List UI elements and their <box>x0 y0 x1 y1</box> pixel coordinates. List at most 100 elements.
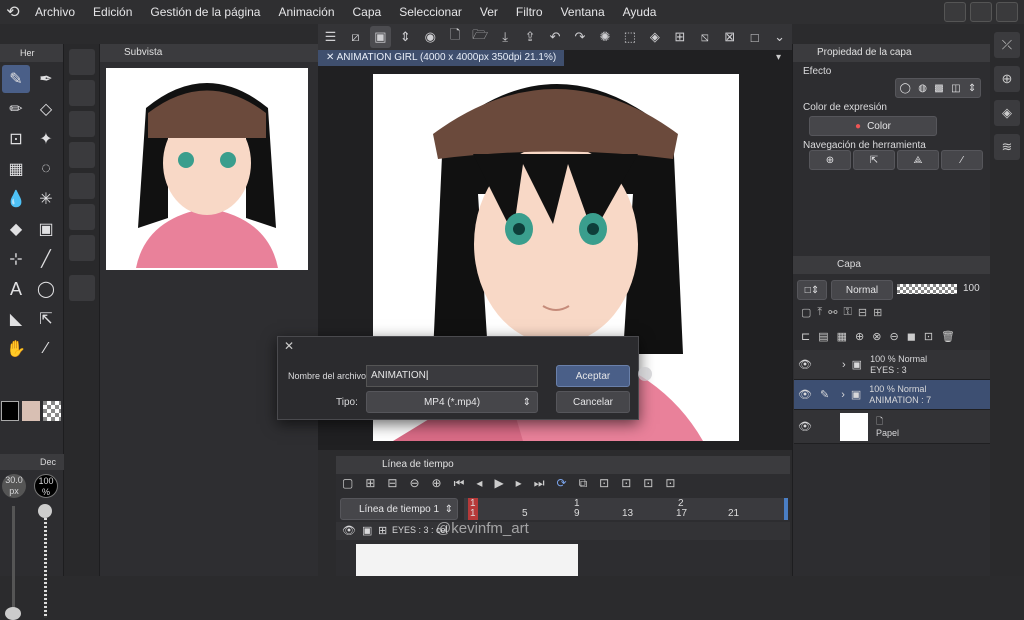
app-logo-icon[interactable]: ⟲ <box>0 0 26 24</box>
grid-icon[interactable]: ▦ <box>2 155 30 183</box>
sub-tool-button[interactable] <box>69 235 95 261</box>
cursor-icon[interactable]: ⇱ <box>32 305 60 333</box>
eye-icon[interactable]: 👁 <box>342 524 356 537</box>
timeline-edit-icon[interactable]: ⊟ <box>387 476 397 491</box>
cel-3-icon[interactable]: ⊡ <box>643 476 653 491</box>
fill-selection-icon[interactable]: ◈ <box>644 26 665 48</box>
redo-icon[interactable]: ↷ <box>570 26 591 48</box>
layer-tool-icon[interactable]: ⊞ <box>873 306 882 319</box>
pencil-icon[interactable]: ✏ <box>2 95 30 123</box>
layer-row-eyes[interactable]: 👁 › ▣ 100 % Normal EYES : 3 <box>794 350 990 380</box>
layers-icon[interactable]: ≋ <box>994 134 1020 160</box>
expression-color-select[interactable]: ● Color <box>809 116 937 136</box>
menu-archivo[interactable]: Archivo <box>26 0 84 24</box>
menu-filtro[interactable]: Filtro <box>507 0 552 24</box>
layer-row-paper[interactable]: 👁 🗋 Papel <box>794 410 990 444</box>
drops-icon[interactable]: 💧 <box>2 185 30 213</box>
layer-row-animation[interactable]: 👁 ✎ › ▣ 100 % Normal ANIMATION : 7 <box>794 380 990 410</box>
sub-tool-button[interactable] <box>69 204 95 230</box>
zoom-in-icon[interactable]: ⊕ <box>432 476 442 491</box>
close-tab-icon[interactable]: ✕ <box>326 52 337 63</box>
first-frame-icon[interactable]: ⏮ <box>454 476 465 491</box>
layer-effect-icon[interactable]: ◫ <box>951 83 960 94</box>
menu-seleccionar[interactable]: Seleccionar <box>390 0 471 24</box>
chevron-icon[interactable]: ⇕ <box>968 83 976 94</box>
window-button[interactable] <box>996 2 1018 22</box>
menu-ventana[interactable]: Ventana <box>552 0 614 24</box>
eraser-icon[interactable]: ◇ <box>32 95 60 123</box>
layer-tool-icon[interactable]: ⚿ <box>844 306 852 319</box>
accept-button[interactable]: Aceptar <box>556 365 630 387</box>
layer-action-icon[interactable]: ⊏ <box>801 330 810 343</box>
deco-tab[interactable]: Dec <box>0 454 64 470</box>
layer-action-icon[interactable]: ⊖ <box>889 330 898 343</box>
layer-tool-icon[interactable]: ⚯ <box>828 306 837 319</box>
opacity-indicator[interactable]: 100% <box>34 474 58 498</box>
layer-tool-icon[interactable]: ⤒ <box>817 306 822 319</box>
layer-action-icon[interactable]: ◼ <box>907 330 916 343</box>
cel-icon[interactable]: ⊡ <box>599 476 609 491</box>
save-icon[interactable]: ⤓ <box>495 26 516 48</box>
layer-action-icon[interactable]: ⊕ <box>855 330 864 343</box>
next-frame-icon[interactable]: ▸ <box>516 476 522 491</box>
blend-mode-select[interactable]: Normal <box>831 280 893 300</box>
gradient-icon[interactable]: ▣ <box>32 215 60 243</box>
tool-nav-button[interactable]: ⇱ <box>853 150 895 170</box>
play-icon[interactable]: ▶ <box>494 476 503 491</box>
new-file-icon[interactable]: 🗋 <box>445 26 466 48</box>
sub-tool-button[interactable] <box>69 142 95 168</box>
line-icon[interactable]: ╱ <box>32 245 60 273</box>
menu-gestion-pagina[interactable]: Gestión de la página <box>141 0 269 24</box>
eyedropper-icon[interactable]: ⁄ <box>32 335 60 363</box>
bucket-icon[interactable]: ◆ <box>2 215 30 243</box>
layer-action-icon[interactable]: ⊡ <box>924 330 933 343</box>
sub-tool-button[interactable] <box>69 173 95 199</box>
zoom-out-icon[interactable]: ⊖ <box>409 476 419 491</box>
onion-icon[interactable]: ⧉ <box>579 476 588 491</box>
tool-nav-button[interactable]: ⁄ <box>941 150 983 170</box>
type-select[interactable]: MP4 (*.mp4) ⇕ <box>366 391 538 413</box>
square-icon[interactable]: □ <box>744 26 765 48</box>
menu-icon[interactable]: ☰ <box>320 26 341 48</box>
export-icon[interactable]: ⇪ <box>520 26 541 48</box>
text-icon[interactable]: A <box>2 275 30 303</box>
menu-ayuda[interactable]: Ayuda <box>614 0 666 24</box>
sub-tool-button[interactable] <box>69 111 95 137</box>
brush-size-indicator[interactable]: 30.0 px <box>2 474 26 498</box>
close-icon[interactable]: ✕ <box>284 339 294 353</box>
clip-icon[interactable]: ◉ <box>420 26 441 48</box>
chevron-right-icon[interactable]: › <box>842 359 846 371</box>
effect-buttons[interactable]: ◯ ◍ ▩ ◫ ⇕ <box>895 78 981 98</box>
menu-ver[interactable]: Ver <box>471 0 507 24</box>
sparkle-icon[interactable]: ✦ <box>32 125 60 153</box>
chevron-right-icon[interactable]: › <box>841 389 845 401</box>
sub-color-swatch[interactable] <box>22 401 40 421</box>
transparent-color-swatch[interactable] <box>43 401 61 421</box>
crop-icon[interactable]: ⧄ <box>345 26 366 48</box>
cel-2-icon[interactable]: ⊡ <box>621 476 631 491</box>
magic-wand-icon[interactable]: ✳ <box>32 185 60 213</box>
layer-action-icon[interactable]: ▦ <box>837 330 847 343</box>
close-panel-icon[interactable]: ⤫ <box>994 32 1020 58</box>
layer-opacity-bar[interactable] <box>897 284 957 294</box>
layer-tool-icon[interactable]: ⊟ <box>858 306 867 319</box>
new-timeline-icon[interactable]: ▢ <box>342 476 353 491</box>
tool-panel-tab[interactable]: Her <box>0 44 63 62</box>
timeline-settings-icon[interactable]: ⊞ <box>365 476 375 491</box>
selection-icon[interactable]: ▣ <box>369 26 391 48</box>
menu-edicion[interactable]: Edición <box>84 0 141 24</box>
tool-nav-button[interactable]: ⊕ <box>809 150 851 170</box>
size-slider-thumb[interactable] <box>5 607 21 620</box>
layer-property-icon[interactable]: ◈ <box>994 100 1020 126</box>
deselect-icon[interactable]: ⬚ <box>619 26 640 48</box>
window-button[interactable] <box>970 2 992 22</box>
cel-thumbnail[interactable] <box>468 544 578 576</box>
layer-tool-icon[interactable]: ▢ <box>801 306 811 319</box>
track-expand-icon[interactable]: ⊞ <box>378 524 387 537</box>
tool-nav-button[interactable]: ⟁ <box>897 150 939 170</box>
sub-tool-button[interactable] <box>69 275 95 301</box>
opacity-slider-thumb[interactable] <box>38 504 52 518</box>
size-slider[interactable] <box>12 506 15 616</box>
menu-animacion[interactable]: Animación <box>269 0 343 24</box>
prev-frame-icon[interactable]: ◂ <box>476 476 482 491</box>
